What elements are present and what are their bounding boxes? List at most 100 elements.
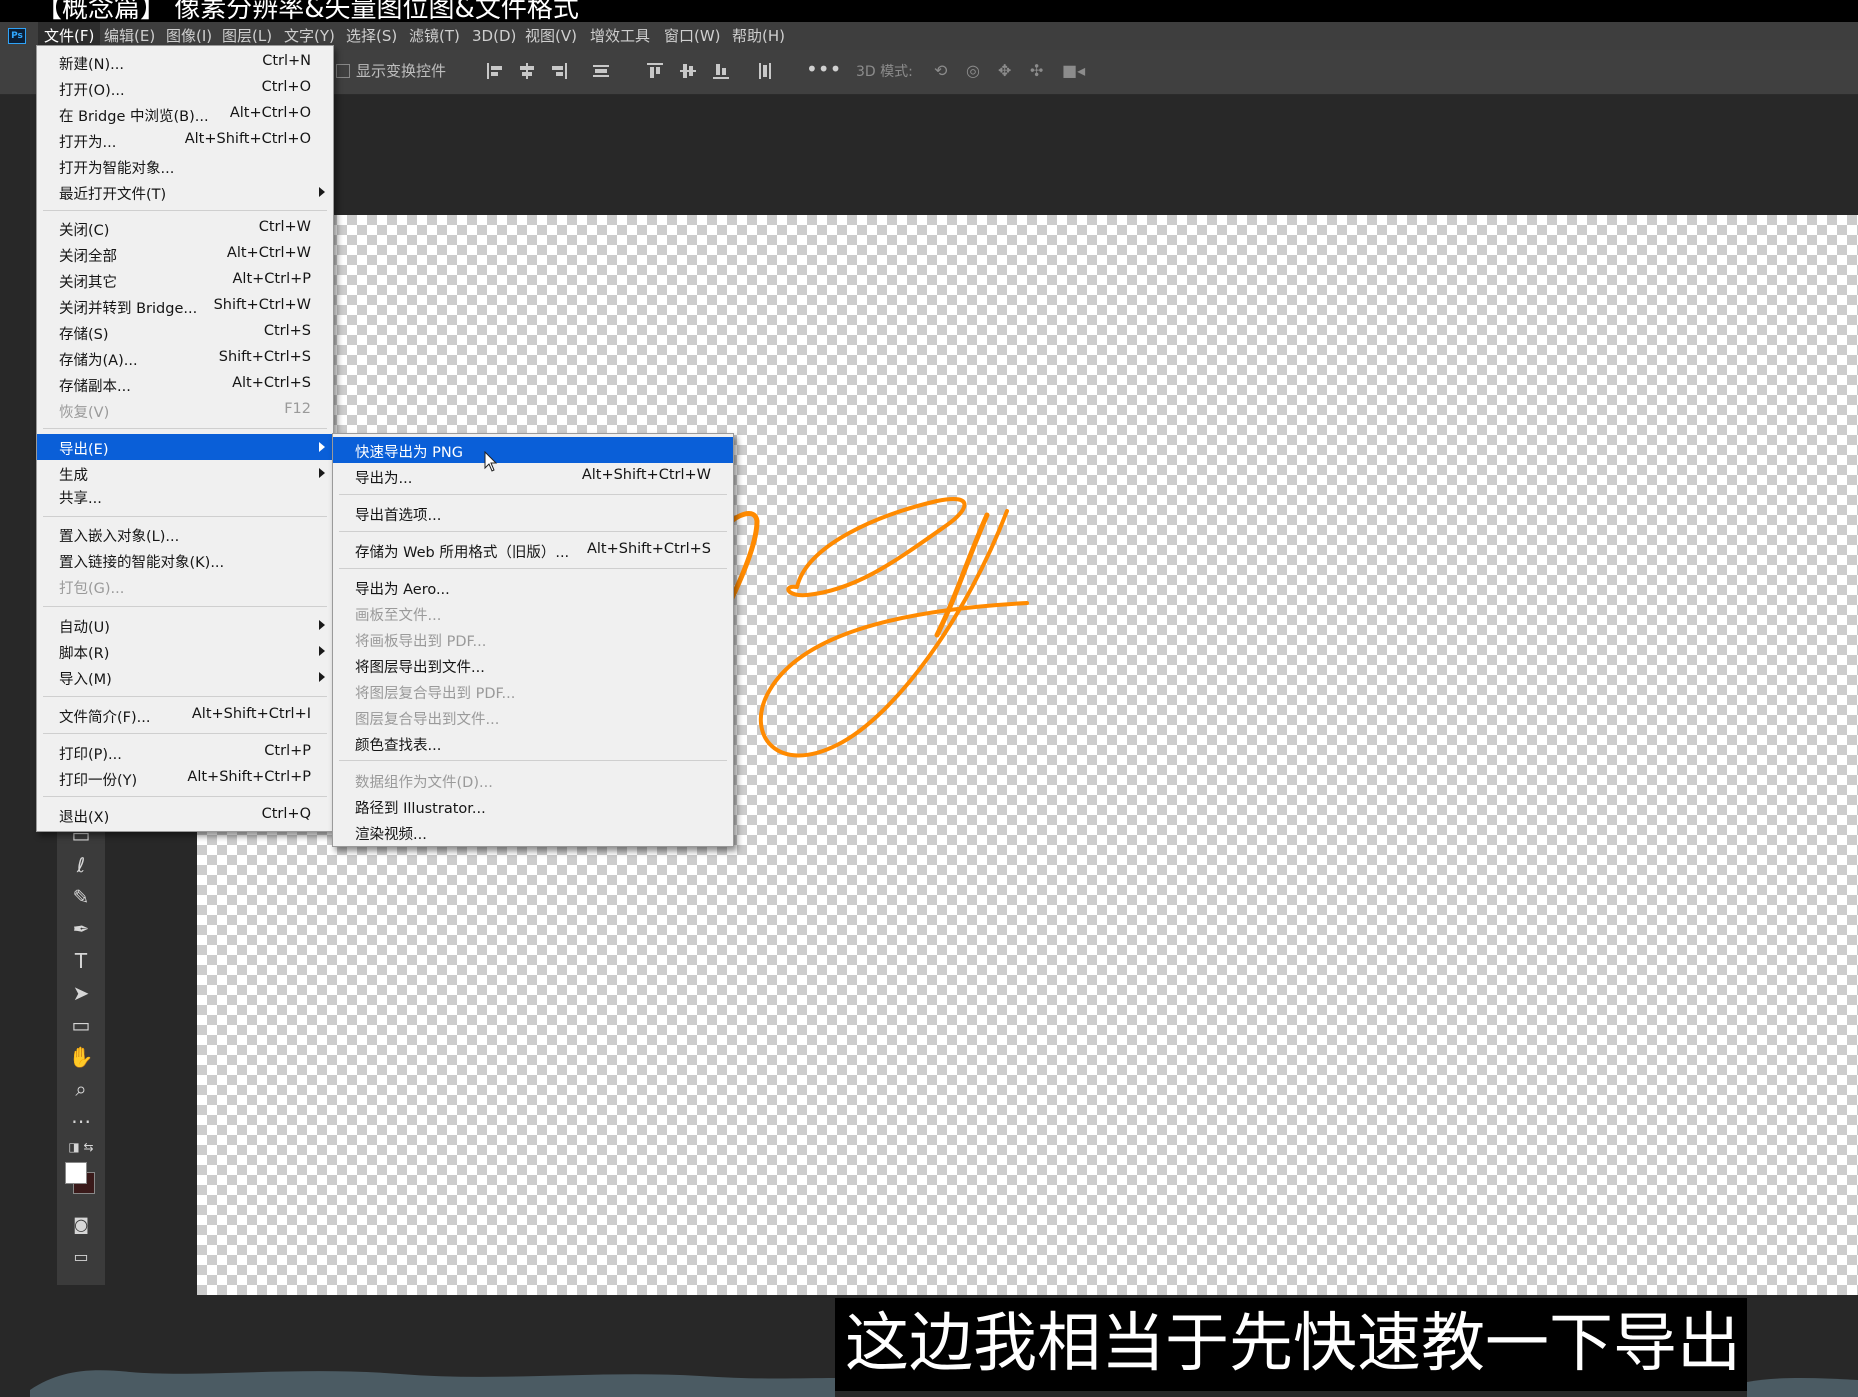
menu-separator bbox=[43, 696, 327, 697]
menu-item-place-linked[interactable]: 置入链接的智能对象(K)... bbox=[37, 547, 333, 573]
menu-item-layer-comps-to-files: 图层复合导出到文件... bbox=[355, 712, 500, 728]
menu-item-layers-to-files[interactable]: 将图层导出到文件... bbox=[333, 652, 733, 678]
align-right-icon[interactable] bbox=[550, 62, 568, 80]
menu-separator bbox=[43, 796, 327, 797]
menu-window[interactable]: 窗口(W) bbox=[664, 22, 721, 50]
quick-mask-icon[interactable]: ◙ bbox=[66, 1212, 96, 1238]
menu-separator bbox=[339, 531, 727, 532]
menu-item-recent[interactable]: 最近打开文件(T) bbox=[37, 179, 333, 205]
more-icon[interactable]: ••• bbox=[806, 59, 841, 79]
menu-item-paths-to-illustrator[interactable]: 路径到 Illustrator... bbox=[333, 793, 733, 819]
menu-item-revert: 恢复(V) F12 bbox=[59, 401, 311, 421]
menu-item-data-sets: 数据组作为文件(D)... bbox=[355, 775, 493, 791]
menu-item-exit[interactable]: 退出(X) Ctrl+Q bbox=[37, 802, 333, 828]
roll-icon[interactable]: ◎ bbox=[966, 62, 984, 80]
menu-plugins[interactable]: 增效工具 bbox=[590, 22, 650, 50]
menu-item-open-smart-object[interactable]: 打开为智能对象... bbox=[37, 153, 333, 179]
menu-item-save-as[interactable]: 存储为(A)... Shift+Ctrl+S bbox=[37, 345, 333, 371]
mode-3d-label: 3D 模式: bbox=[856, 64, 913, 80]
pan-icon[interactable]: ✥ bbox=[998, 62, 1016, 80]
align-vcenter-icon[interactable] bbox=[679, 62, 697, 80]
menu-item-browse-bridge[interactable]: 在 Bridge 中浏览(B)... Alt+Ctrl+O bbox=[37, 101, 333, 127]
camera-icon[interactable]: ■◂ bbox=[1062, 62, 1085, 80]
menu-item-automate[interactable]: 自动(U) bbox=[37, 612, 333, 638]
align-left-icon[interactable] bbox=[486, 62, 504, 80]
submenu-arrow-icon bbox=[319, 646, 325, 656]
transform-controls-checkbox[interactable] bbox=[336, 64, 350, 78]
file-menu: 新建(N)... Ctrl+N 打开(O)... Ctrl+O 在 Bridge 中… bbox=[36, 45, 334, 832]
more-tools-icon[interactable]: ⋯ bbox=[66, 1108, 96, 1134]
menu-item-export-aero[interactable]: 导出为 Aero... bbox=[333, 574, 733, 600]
menu-separator bbox=[339, 494, 727, 495]
menu-item-save-copy[interactable]: 存储副本... Alt+Ctrl+S bbox=[37, 371, 333, 397]
path-select-icon[interactable]: ➤ bbox=[66, 980, 96, 1006]
submenu-arrow-icon bbox=[319, 442, 325, 452]
export-submenu: 快速导出为 PNG 导出为... Alt+Shift+Ctrl+W 导出首选项..… bbox=[332, 433, 734, 847]
submenu-arrow-icon bbox=[319, 468, 325, 478]
rectangle-icon[interactable]: ▭ bbox=[66, 1012, 96, 1038]
distribute-icon[interactable] bbox=[592, 62, 610, 80]
foreground-color-swatch[interactable] bbox=[65, 1162, 87, 1184]
align-bottom-icon[interactable] bbox=[712, 62, 730, 80]
submenu-arrow-icon bbox=[319, 620, 325, 630]
default-colors-icon[interactable]: ◨ ⇆ bbox=[66, 1134, 96, 1160]
screen-mode-icon[interactable]: ▭ bbox=[66, 1244, 96, 1270]
transform-controls-label: 显示变换控件 bbox=[356, 62, 447, 80]
lasso-icon[interactable]: ℓ bbox=[66, 852, 96, 878]
mouse-cursor-icon bbox=[484, 451, 498, 472]
hand-icon[interactable]: ✋ bbox=[66, 1044, 96, 1070]
menu-item-import[interactable]: 导入(M) bbox=[37, 664, 333, 690]
zoom-icon[interactable]: ⌕ bbox=[66, 1076, 96, 1102]
submenu-arrow-icon bbox=[319, 187, 325, 197]
menu-item-scripts[interactable]: 脚本(R) bbox=[37, 638, 333, 664]
menu-item-export-preferences[interactable]: 导出首选项... bbox=[333, 500, 733, 526]
menu-item-close-all[interactable]: 关闭全部 Alt+Ctrl+W bbox=[37, 241, 333, 267]
video-title-bar: 【概念篇】 像素分辨率&矢量图位图&文件格式 bbox=[0, 0, 1858, 22]
menu-3d[interactable]: 3D(D) bbox=[472, 22, 516, 50]
menu-separator bbox=[43, 428, 327, 429]
menu-item-export-as[interactable]: 导出为... Alt+Shift+Ctrl+W bbox=[333, 463, 733, 489]
menu-item-print[interactable]: 打印(P)... Ctrl+P bbox=[37, 739, 333, 765]
menu-item-artboards-to-pdf: 将画板导出到 PDF... bbox=[355, 634, 487, 650]
menu-item-close[interactable]: 关闭(C) Ctrl+W bbox=[37, 215, 333, 241]
menu-item-share[interactable]: 共享... bbox=[37, 483, 333, 509]
menu-item-save-for-web[interactable]: 存储为 Web 所用格式（旧版）... Alt+Shift+Ctrl+S bbox=[333, 537, 733, 563]
type-icon[interactable]: T bbox=[66, 948, 96, 974]
slide-icon[interactable]: ✣ bbox=[1030, 62, 1048, 80]
orbit-icon[interactable]: ⟲ bbox=[934, 62, 952, 80]
menu-item-render-video[interactable]: 渲染视频... bbox=[333, 819, 733, 845]
video-title: 【概念篇】 像素分辨率&矢量图位图&文件格式 bbox=[36, 0, 579, 22]
menu-item-print-one[interactable]: 打印一份(Y) Alt+Shift+Ctrl+P bbox=[37, 765, 333, 791]
menu-item-artboards-to-files: 画板至文件... bbox=[355, 608, 442, 624]
quick-select-icon[interactable]: ✎ bbox=[66, 884, 96, 910]
align-hcenter-icon[interactable] bbox=[518, 62, 536, 80]
menu-item-save[interactable]: 存储(S) Ctrl+S bbox=[37, 319, 333, 345]
menu-item-export[interactable]: 导出(E) bbox=[37, 434, 333, 460]
menu-item-open-as[interactable]: 打开为... Alt+Shift+Ctrl+O bbox=[37, 127, 333, 153]
bottom-wave-decoration bbox=[30, 1370, 1858, 1397]
pen-icon[interactable]: ✒ bbox=[66, 916, 96, 942]
menu-help[interactable]: 帮助(H) bbox=[732, 22, 785, 50]
menu-separator bbox=[43, 210, 327, 211]
menu-item-close-go-bridge[interactable]: 关闭并转到 Bridge... Shift+Ctrl+W bbox=[37, 293, 333, 319]
distribute-v-icon[interactable] bbox=[756, 62, 774, 80]
menu-item-new[interactable]: 新建(N)... Ctrl+N bbox=[37, 49, 333, 75]
align-top-icon[interactable] bbox=[646, 62, 664, 80]
menu-item-open[interactable]: 打开(O)... Ctrl+O bbox=[37, 75, 333, 101]
menu-item-place-embedded[interactable]: 置入嵌入对象(L)... bbox=[37, 521, 333, 547]
submenu-arrow-icon bbox=[319, 672, 325, 682]
photoshop-logo[interactable]: Ps bbox=[8, 28, 26, 44]
menu-view[interactable]: 视图(V) bbox=[525, 22, 577, 50]
menu-separator bbox=[43, 606, 327, 607]
menu-separator bbox=[339, 568, 727, 569]
menu-item-color-lookup[interactable]: 颜色查找表... bbox=[333, 730, 733, 756]
menu-item-close-others[interactable]: 关闭其它 Alt+Ctrl+P bbox=[37, 267, 333, 293]
menu-item-quick-export-png[interactable]: 快速导出为 PNG bbox=[333, 437, 733, 463]
menu-select[interactable]: 选择(S) bbox=[346, 22, 397, 50]
menu-separator bbox=[339, 760, 727, 761]
menu-item-file-info[interactable]: 文件简介(F)... Alt+Shift+Ctrl+I bbox=[37, 702, 333, 728]
letter-g-top bbox=[786, 497, 967, 598]
menu-filter[interactable]: 滤镜(T) bbox=[409, 22, 460, 50]
menu-separator bbox=[43, 733, 327, 734]
tools-panel: ▭ ℓ ✎ ✒ T ➤ ▭ ✋ ⌕ ⋯ ◨ ⇆ ◙ ▭ bbox=[57, 820, 105, 1285]
